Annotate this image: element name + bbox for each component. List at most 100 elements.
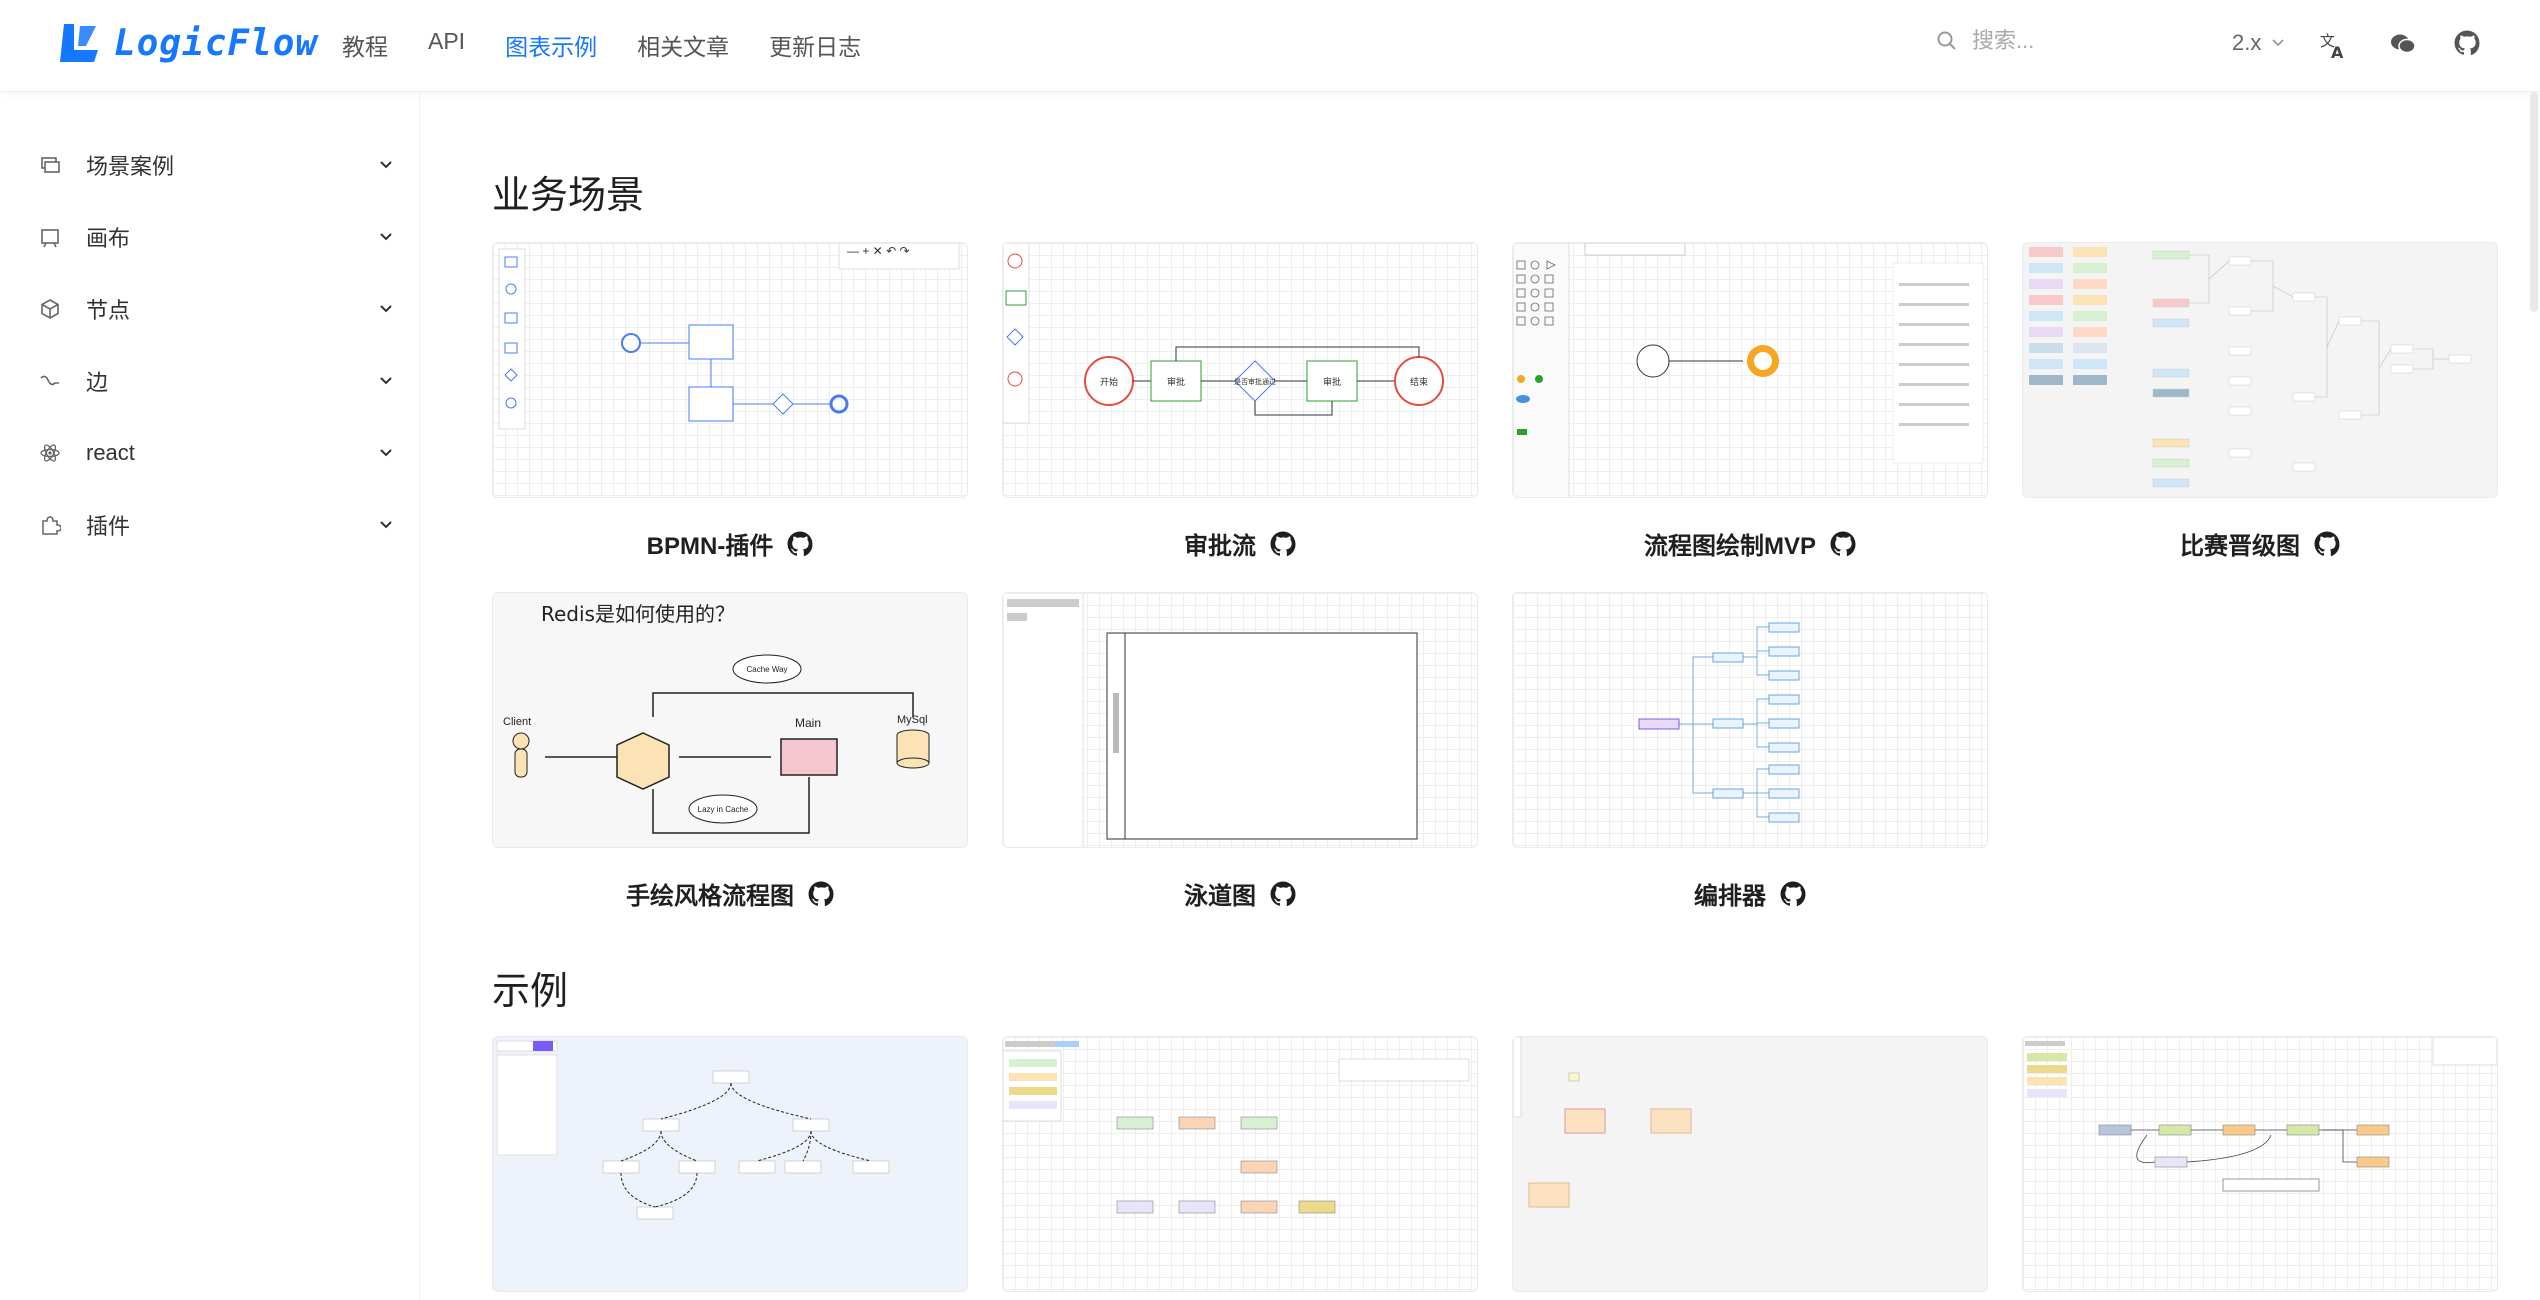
top-header: LogicFlow 教程 API 图表示例 相关文章 更新日志 2.x 文 A bbox=[0, 0, 2540, 92]
sidebar-item-canvas[interactable]: 画布 bbox=[38, 217, 396, 257]
card-title-text: 编排器 bbox=[1694, 883, 1766, 910]
github-icon[interactable] bbox=[1270, 531, 1296, 557]
wechat-icon[interactable] bbox=[2390, 32, 2416, 56]
sketch-lazy-cache-label: Lazy in Cache bbox=[698, 805, 749, 814]
card-thumbnail[interactable]: Redis是如何使用的？ Client Main MySql Cache Way… bbox=[492, 592, 968, 848]
card-thumbnail[interactable] bbox=[1512, 592, 1988, 848]
canvas-icon bbox=[38, 225, 62, 249]
edge-icon bbox=[38, 369, 62, 393]
card-title[interactable]: BPMN-插件 bbox=[492, 526, 968, 561]
logicflow-logo-icon bbox=[60, 24, 98, 62]
example-card-flowchart-mvp[interactable]: 流程图绘制MVP bbox=[1512, 242, 1988, 561]
card-title-text: 流程图绘制MVP bbox=[1643, 533, 1816, 560]
chevron-down-icon bbox=[380, 521, 392, 529]
version-label: 2.x bbox=[2232, 30, 2262, 55]
example-card-orchestrator[interactable]: 编排器 bbox=[1512, 592, 1988, 911]
nav-examples[interactable]: 图表示例 bbox=[505, 28, 597, 62]
chevron-down-icon bbox=[380, 233, 392, 241]
sketch-client-label: Client bbox=[503, 716, 531, 728]
sidebar-item-label: react bbox=[86, 440, 135, 465]
card-thumbnail[interactable] bbox=[1512, 1036, 1988, 1292]
card-title[interactable]: 编排器 bbox=[1512, 876, 1988, 911]
example-card-tournament[interactable]: 比赛晋级图 bbox=[2022, 242, 2498, 561]
layers-icon bbox=[38, 153, 62, 177]
approval-start-label: 开始 bbox=[1100, 376, 1118, 387]
logo[interactable]: LogicFlow bbox=[58, 20, 318, 66]
card-thumbnail[interactable] bbox=[492, 1036, 968, 1292]
example-card-nodes[interactable] bbox=[1002, 1036, 1478, 1292]
approval-step2-label: 审批 bbox=[1323, 376, 1341, 387]
sidebar-item-label: 节点 bbox=[86, 298, 131, 323]
cube-icon bbox=[38, 297, 62, 321]
card-thumbnail[interactable] bbox=[1002, 592, 1478, 848]
translate-icon[interactable]: 文 A bbox=[2318, 30, 2348, 60]
svg-text:A: A bbox=[2331, 43, 2344, 60]
section-title-business: 业务场景 bbox=[492, 175, 645, 217]
chevron-down-icon bbox=[380, 377, 392, 385]
puzzle-icon bbox=[38, 513, 62, 537]
github-icon[interactable] bbox=[808, 881, 834, 907]
nav-api[interactable]: API bbox=[428, 28, 465, 62]
sidebar-item-scenarios[interactable]: 场景案例 bbox=[38, 145, 396, 185]
sketch-heading: Redis是如何使用的？ bbox=[541, 602, 735, 626]
top-nav: 教程 API 图表示例 相关文章 更新日志 bbox=[342, 28, 901, 62]
example-card-swimlane[interactable]: 泳道图 bbox=[1002, 592, 1478, 911]
approval-step1-label: 审批 bbox=[1167, 376, 1185, 387]
example-card-bpmn[interactable]: — + ✕ ↶ ↷ BPMN-插件 bbox=[492, 242, 968, 561]
github-icon[interactable] bbox=[787, 531, 813, 557]
approval-decision-label: 是否审批通过 bbox=[1234, 377, 1276, 386]
github-icon[interactable] bbox=[1830, 531, 1856, 557]
nav-changelog[interactable]: 更新日志 bbox=[769, 28, 861, 62]
chevron-down-icon bbox=[2272, 39, 2284, 47]
chevron-down-icon bbox=[380, 161, 392, 169]
card-title-text: 比赛晋级图 bbox=[2180, 533, 2300, 560]
sidebar-item-react[interactable]: react bbox=[38, 433, 396, 473]
search-input[interactable] bbox=[1972, 28, 2172, 54]
sidebar-item-plugins[interactable]: 插件 bbox=[38, 505, 396, 545]
github-icon[interactable] bbox=[2314, 531, 2340, 557]
sidebar-item-nodes[interactable]: 节点 bbox=[38, 289, 396, 329]
example-card-tree[interactable] bbox=[492, 1036, 968, 1292]
github-icon[interactable] bbox=[2454, 30, 2480, 56]
react-icon bbox=[38, 441, 62, 465]
example-card-sketch[interactable]: Redis是如何使用的？ Client Main MySql Cache Way… bbox=[492, 592, 968, 911]
github-icon[interactable] bbox=[1780, 881, 1806, 907]
card-title-text: BPMN-插件 bbox=[646, 533, 774, 560]
card-title[interactable]: 泳道图 bbox=[1002, 876, 1478, 911]
sidebar: 场景案例 画布 节点 边 react 插件 bbox=[0, 92, 420, 1300]
version-selector[interactable]: 2.x bbox=[2232, 30, 2287, 56]
card-title[interactable]: 手绘风格流程图 bbox=[492, 876, 968, 911]
search-icon bbox=[1937, 31, 1956, 50]
nav-tutorial[interactable]: 教程 bbox=[342, 28, 388, 62]
sidebar-item-edges[interactable]: 边 bbox=[38, 361, 396, 401]
card-thumbnail[interactable] bbox=[1002, 1036, 1478, 1292]
sidebar-item-label: 场景案例 bbox=[86, 154, 175, 179]
chevron-down-icon bbox=[380, 305, 392, 313]
sketch-cache-way-label: Cache Way bbox=[746, 665, 787, 674]
card-thumbnail[interactable]: 开始 审批 是否审批通过 审批 结束 bbox=[1002, 242, 1478, 498]
chevron-down-icon bbox=[380, 449, 392, 457]
example-card-pipeline[interactable] bbox=[2022, 1036, 2498, 1292]
approval-end-label: 结束 bbox=[1410, 376, 1428, 387]
card-title[interactable]: 比赛晋级图 bbox=[2022, 526, 2498, 561]
github-icon[interactable] bbox=[1270, 881, 1296, 907]
search-box[interactable] bbox=[1936, 28, 2172, 54]
card-title[interactable]: 审批流 bbox=[1002, 526, 1478, 561]
sidebar-item-label: 画布 bbox=[86, 226, 131, 251]
example-card-approval[interactable]: 开始 审批 是否审批通过 审批 结束 审批流 bbox=[1002, 242, 1478, 561]
section-title-examples: 示例 bbox=[492, 971, 569, 1013]
sidebar-item-label: 插件 bbox=[86, 514, 131, 539]
card-thumbnail[interactable]: — + ✕ ↶ ↷ bbox=[492, 242, 968, 498]
card-thumbnail[interactable] bbox=[2022, 1036, 2498, 1292]
page-scrollbar[interactable] bbox=[2530, 92, 2538, 312]
card-title[interactable]: 流程图绘制MVP bbox=[1512, 526, 1988, 561]
card-title-text: 审批流 bbox=[1184, 533, 1256, 560]
logo-text: LogicFlow bbox=[114, 22, 319, 64]
example-card-drag[interactable] bbox=[1512, 1036, 1988, 1292]
card-thumbnail[interactable] bbox=[1512, 242, 1988, 498]
card-title-text: 手绘风格流程图 bbox=[626, 883, 794, 910]
card-thumbnail[interactable] bbox=[2022, 242, 2498, 498]
sidebar-item-label: 边 bbox=[86, 370, 109, 395]
sketch-main-label: Main bbox=[795, 716, 821, 730]
nav-articles[interactable]: 相关文章 bbox=[637, 28, 729, 62]
